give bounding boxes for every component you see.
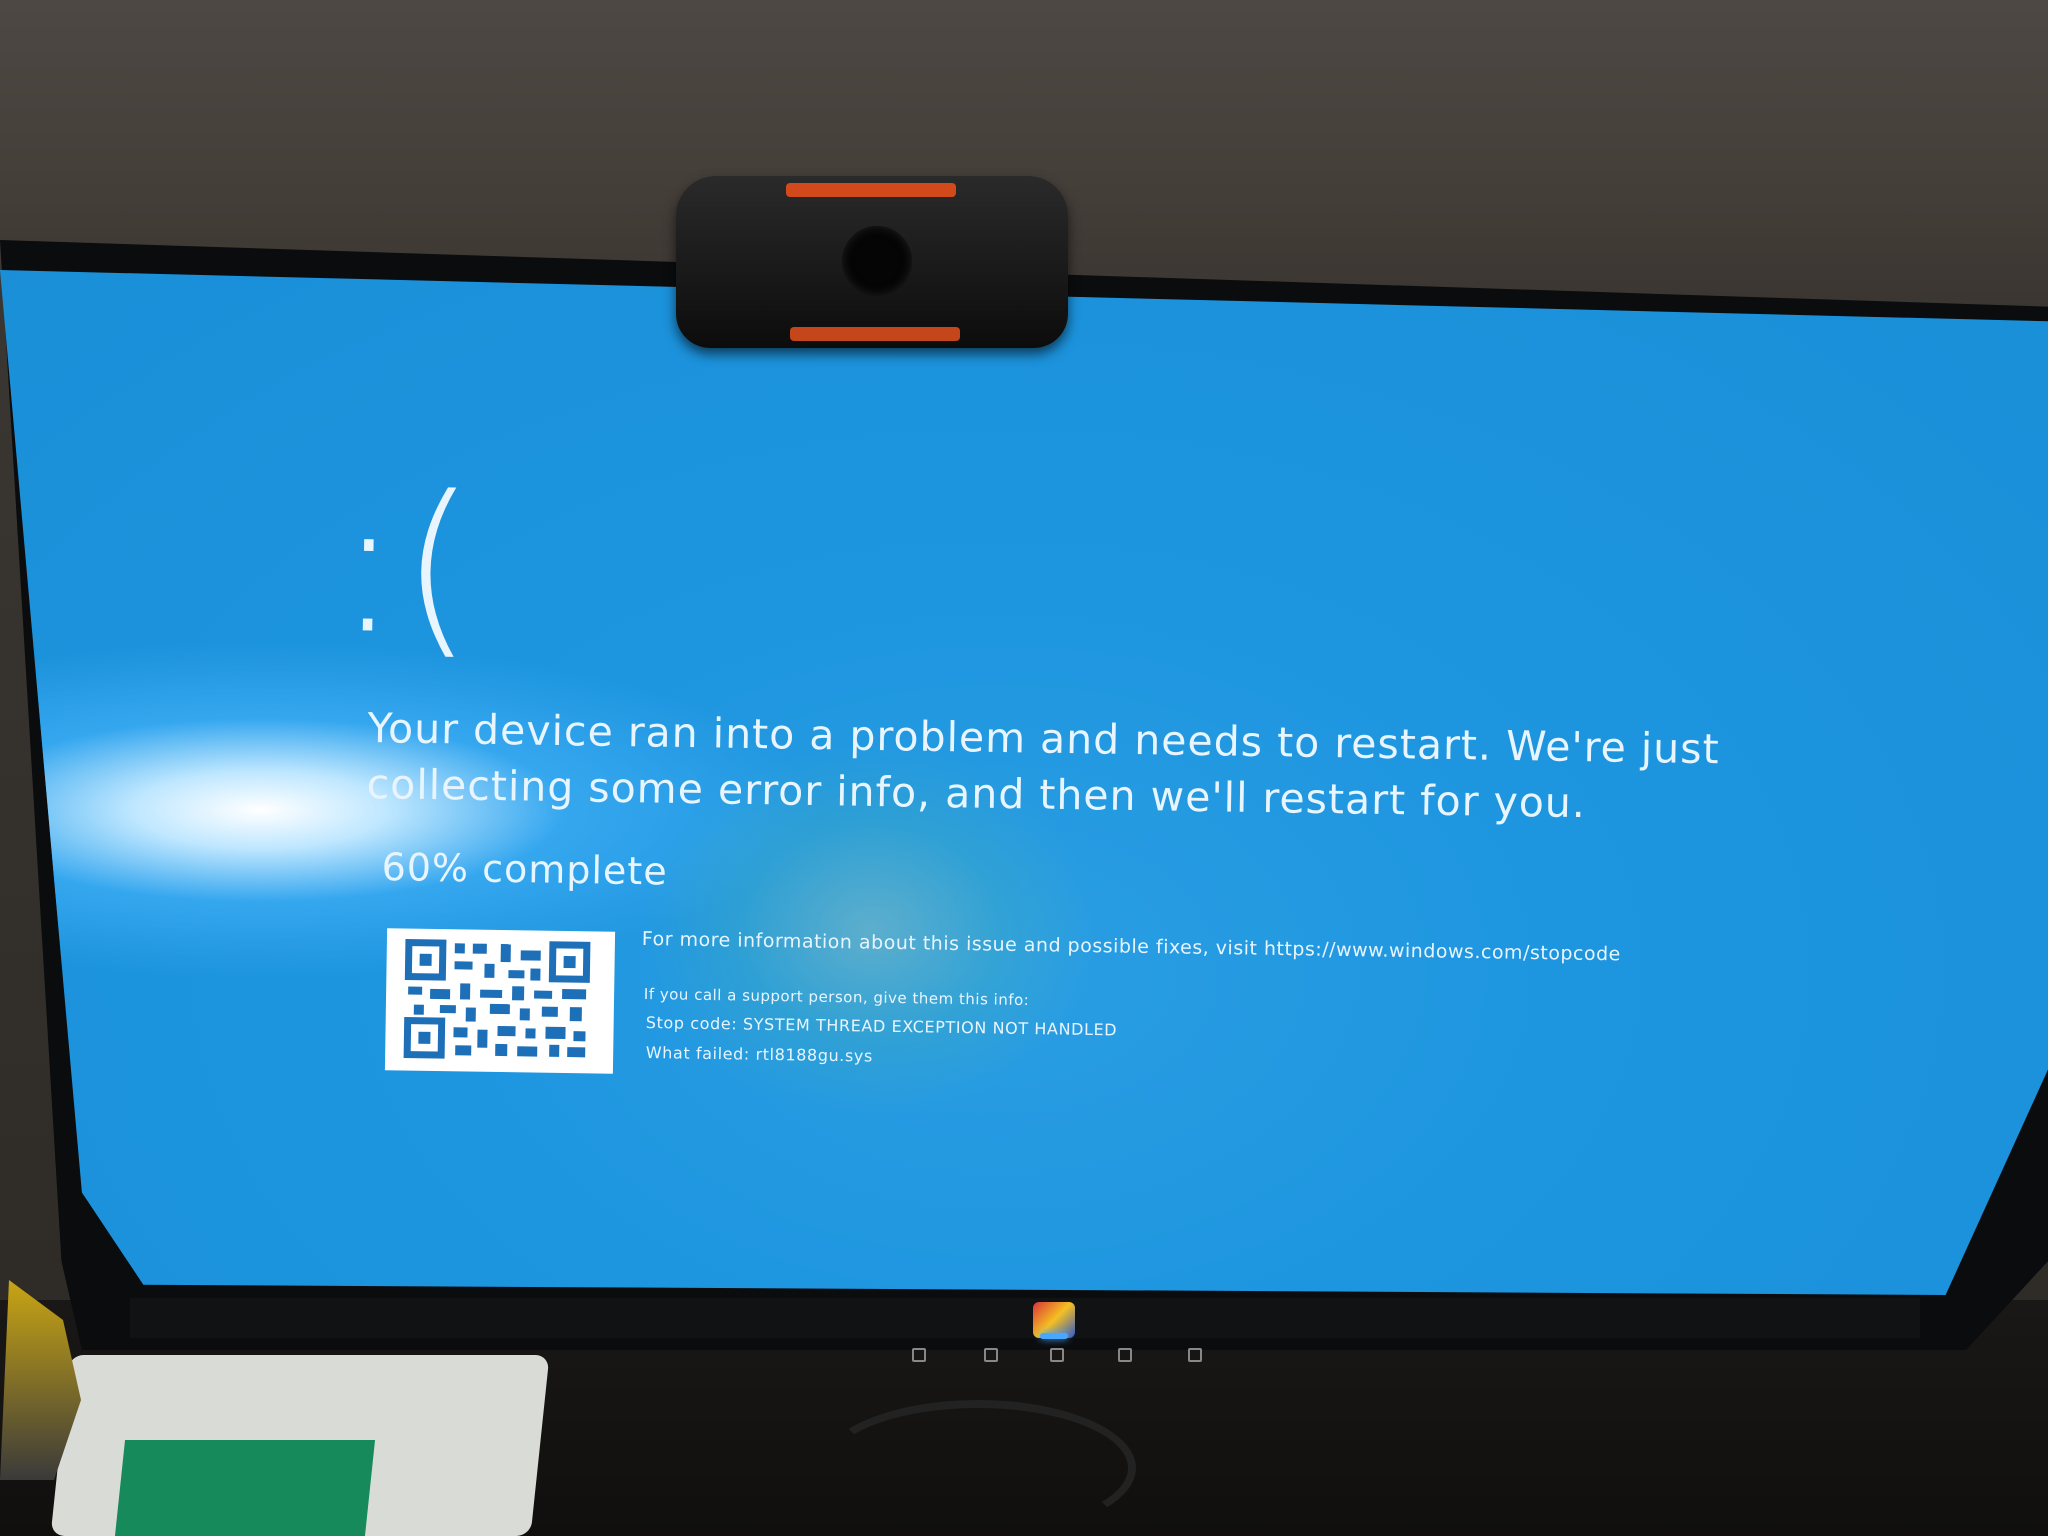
- bezel-button-3[interactable]: [1188, 1348, 1202, 1362]
- power-led: [1040, 1333, 1068, 1339]
- qr-code-icon: [384, 928, 616, 1074]
- error-message: Your device ran into a problem and needs…: [366, 703, 1721, 828]
- webcam-stripe-bottom: [790, 327, 960, 341]
- bezel-button-2[interactable]: [1118, 1348, 1132, 1362]
- bezel-button-1[interactable]: [984, 1348, 998, 1362]
- webcam-lens: [842, 226, 912, 296]
- what-failed-text: What failed: rtl8188gu.sys: [645, 1043, 874, 1066]
- cable: [820, 1400, 1136, 1536]
- progress-label: 60% complete: [381, 845, 669, 894]
- power-icon[interactable]: [1050, 1348, 1064, 1362]
- desk-paper-label: [114, 1440, 376, 1536]
- webcam-stripe-top: [786, 183, 956, 197]
- star-icon[interactable]: [912, 1348, 926, 1362]
- monitor-bottom-bezel: [130, 1298, 1920, 1338]
- sad-face: :(: [334, 454, 477, 678]
